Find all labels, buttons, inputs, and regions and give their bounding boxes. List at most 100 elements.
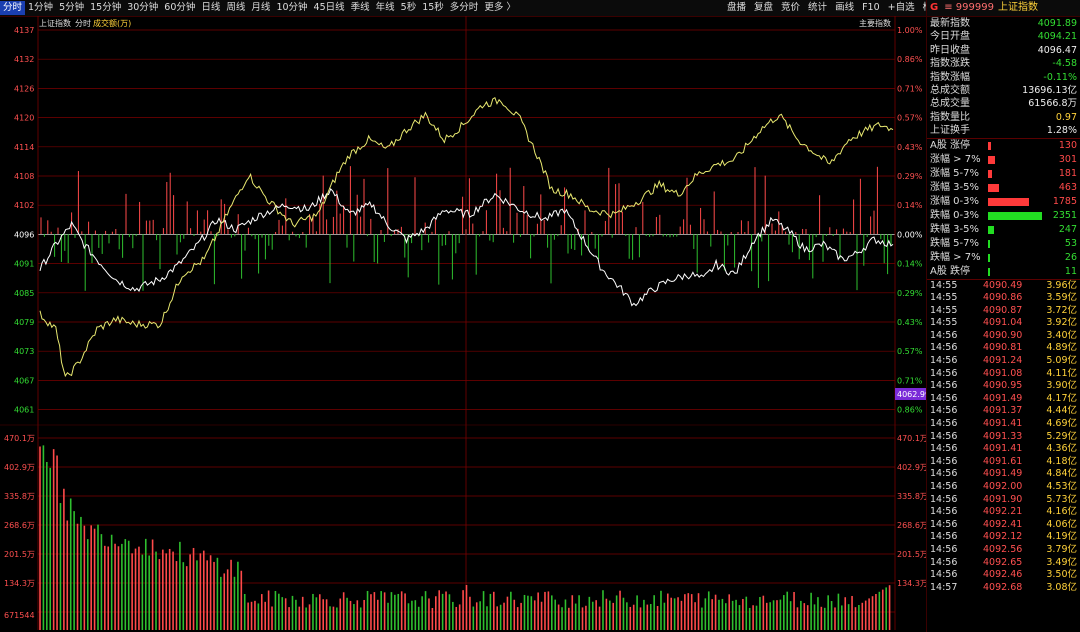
tab-15[interactable]: 多分时 <box>447 1 482 15</box>
tick-price: 4091.41 <box>983 418 1023 430</box>
tick-row: 14:56 4090.90 3.40亿 <box>927 330 1080 343</box>
index-header[interactable]: G ≡ 999999 上证指数 <box>927 0 1080 17</box>
pct-tick-label: 1.00% <box>897 26 923 35</box>
stat-value: 1.28% <box>1046 125 1077 137</box>
tab-11[interactable]: 季线 <box>348 1 373 15</box>
tab-0[interactable]: 分时 <box>0 1 26 15</box>
intraday-chart[interactable]: 上证指数 分时 成交额(万) 主要指数 4137 4132 4126 4120 4114 4108… <box>0 16 926 632</box>
distribution-bar <box>988 155 996 164</box>
tab-6[interactable]: 日线 <box>198 1 223 15</box>
tick-row: 14:56 4091.61 4.18亿 <box>927 456 1080 469</box>
tab-9[interactable]: 10分钟 <box>273 1 310 15</box>
tick-volume: 5.09亿 <box>1046 355 1077 367</box>
tick-volume: 4.44亿 <box>1046 405 1077 417</box>
tool-button-4[interactable]: 画线 <box>831 1 858 15</box>
price-tick-label: 4137 <box>14 26 34 35</box>
stat-label: 指数涨跌 <box>930 58 970 70</box>
tab-14[interactable]: 15秒 <box>419 1 447 15</box>
distribution-count: 2351 <box>1052 209 1077 221</box>
tick-price: 4090.86 <box>983 292 1023 304</box>
tick-volume: 5.73亿 <box>1046 493 1077 505</box>
volume-tick-label-right: 268.6万 <box>897 521 926 530</box>
tick-list[interactable]: 14:55 4090.49 3.96亿 14:55 4090.86 3.59亿 14:55 4… <box>927 280 1080 595</box>
tick-row: 14:56 4091.49 4.17亿 <box>927 393 1080 406</box>
stat-row: 总成交额 13696.13亿 <box>927 84 1080 97</box>
tick-volume: 3.96亿 <box>1046 279 1077 291</box>
price-tick-label: 4102 <box>14 201 34 210</box>
tab-16[interactable]: 更多 〉 <box>481 1 519 15</box>
tab-8[interactable]: 月线 <box>248 1 273 15</box>
tick-time: 14:56 <box>930 543 958 555</box>
tick-time: 14:56 <box>930 556 958 568</box>
tab-7[interactable]: 周线 <box>223 1 248 15</box>
period-toolbar: 分时 1分钟 5分钟 15分钟 30分钟 60分钟 日线 周线 月线 10分钟 45日线 季线 年线 5秒… <box>0 0 1080 17</box>
tick-time: 14:56 <box>930 481 958 493</box>
tab-13[interactable]: 5秒 <box>398 1 420 15</box>
tick-time: 14:56 <box>930 493 958 505</box>
price-tick-label: 4096 <box>14 230 34 239</box>
tick-time: 14:56 <box>930 418 958 430</box>
pct-tick-label: 0.57% <box>897 114 923 123</box>
stat-label: 上证换手 <box>930 125 970 137</box>
distribution-label: 涨幅 0-3% <box>930 195 980 207</box>
tick-time: 14:57 <box>930 581 958 593</box>
price-tick-label: 4079 <box>14 318 34 327</box>
tool-button-3[interactable]: 统计 <box>804 1 831 15</box>
tick-row: 14:56 4092.00 4.53亿 <box>927 481 1080 494</box>
tick-price: 4091.37 <box>983 405 1023 417</box>
tick-volume: 3.49亿 <box>1046 556 1077 568</box>
price-tick-label: 4091 <box>14 260 34 269</box>
distribution-row: 跌幅 0-3% 2351 <box>927 209 1080 223</box>
main-index-button[interactable]: 主要指数 <box>859 18 891 28</box>
tool-button-5[interactable]: F10 <box>858 1 884 15</box>
pct-tick-label: 0.43% <box>897 143 923 152</box>
distribution-count: 301 <box>1058 153 1077 165</box>
pct-tick-label: 0.57% <box>897 347 923 356</box>
tick-price: 4091.61 <box>983 455 1023 467</box>
pct-tick-label: 0.14% <box>897 260 923 269</box>
tab-12[interactable]: 年线 <box>373 1 398 15</box>
tick-volume: 3.50亿 <box>1046 569 1077 581</box>
tick-volume: 4.16亿 <box>1046 506 1077 518</box>
rise-fall-distribution: A股 涨停 130 涨幅 > 7% 301 涨幅 5-7% 181 涨幅 3-5% 463 涨幅… <box>927 139 1080 279</box>
stat-value: 4096.47 <box>1037 44 1077 56</box>
tick-price: 4090.95 <box>983 380 1023 392</box>
pct-tick-label: 0.86% <box>897 55 923 64</box>
tab-1[interactable]: 1分钟 <box>25 1 56 15</box>
tool-button-0[interactable]: 盘播 <box>723 1 750 15</box>
tick-time: 14:56 <box>930 531 958 543</box>
volume-tick-label: 470.1万 <box>4 434 35 443</box>
tick-time: 14:56 <box>930 355 958 367</box>
volume-tick-label: 402.9万 <box>4 463 35 472</box>
stat-label: 总成交额 <box>930 84 970 96</box>
tool-button-6[interactable]: +自选 <box>884 1 919 15</box>
tab-3[interactable]: 15分钟 <box>87 1 124 15</box>
tick-row: 14:56 4091.41 4.36亿 <box>927 443 1080 456</box>
distribution-label: 涨幅 5-7% <box>930 167 980 179</box>
stat-row: 上证换手 1.28% <box>927 124 1080 137</box>
distribution-row: A股 涨停 130 <box>927 139 1080 153</box>
tab-10[interactable]: 45日线 <box>311 1 348 15</box>
tool-button-1[interactable]: 复盘 <box>750 1 777 15</box>
average-line <box>39 96 894 378</box>
volume-tick-label-right: 201.5万 <box>897 550 926 559</box>
tab-4[interactable]: 30分钟 <box>124 1 161 15</box>
distribution-label: A股 涨停 <box>930 139 971 151</box>
distribution-bar <box>988 169 993 178</box>
tick-volume: 4.17亿 <box>1046 392 1077 404</box>
price-tick-label: 4061 <box>14 406 34 415</box>
tick-time: 14:56 <box>930 367 958 379</box>
tool-button-2[interactable]: 竞价 <box>777 1 804 15</box>
tab-5[interactable]: 60分钟 <box>161 1 198 15</box>
distribution-label: 跌幅 5-7% <box>930 237 980 249</box>
tick-row: 14:56 4091.37 4.44亿 <box>927 405 1080 418</box>
tick-price: 4091.49 <box>983 392 1023 404</box>
tick-time: 14:56 <box>930 342 958 354</box>
tab-2[interactable]: 5分钟 <box>56 1 87 15</box>
stat-label: 今日开盘 <box>930 31 970 43</box>
volume-tick-label: 268.6万 <box>4 521 35 530</box>
distribution-bar <box>988 253 990 262</box>
tick-volume: 4.06亿 <box>1046 518 1077 530</box>
tick-row: 14:56 4091.49 4.84亿 <box>927 468 1080 481</box>
tick-price: 4091.90 <box>983 493 1023 505</box>
